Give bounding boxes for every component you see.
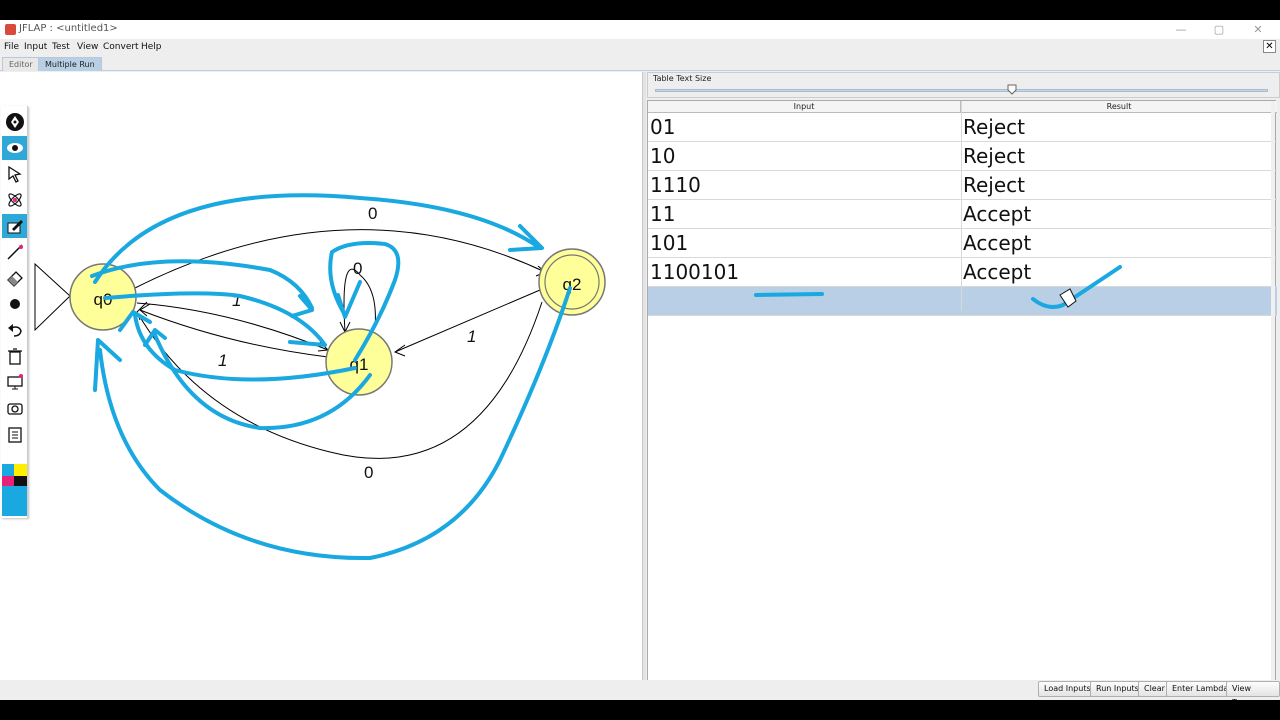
- dot-tool[interactable]: [2, 292, 27, 316]
- transition-label: 1: [218, 351, 227, 370]
- automaton-canvas[interactable]: q0 q1 q2 0 0 1 1 1 0: [0, 72, 642, 700]
- view-tool[interactable]: [2, 136, 27, 160]
- trash-icon: [7, 348, 22, 365]
- jflap-app-icon: [5, 24, 16, 35]
- undo-icon: [7, 324, 22, 337]
- pen-nib-icon: [5, 113, 24, 131]
- minimize-button[interactable]: —: [1162, 21, 1200, 38]
- view-trace-button[interactable]: View Trace: [1226, 681, 1280, 707]
- close-document-icon[interactable]: ✕: [1263, 40, 1276, 53]
- screen-tool[interactable]: [2, 370, 27, 394]
- title-bar: JFLAP : <untitled1> — ▢ ✕: [0, 20, 1280, 39]
- initial-state-arrow: [34, 262, 71, 332]
- eraser-icon: [6, 271, 23, 287]
- color-swatches[interactable]: [2, 464, 27, 516]
- automaton-diagram: q0 q1 q2 0 0 1 1 1 0: [34, 193, 606, 561]
- pen-nib-tool[interactable]: [2, 110, 27, 134]
- line-pen-icon: [6, 244, 23, 260]
- run-inputs-button[interactable]: Run Inputs: [1090, 681, 1145, 697]
- arrow-cursor-icon: [7, 165, 22, 183]
- color-palette-icon: [2, 464, 27, 516]
- split-pane-divider[interactable]: [642, 72, 646, 700]
- eraser-tool[interactable]: [2, 266, 27, 290]
- menu-convert[interactable]: Convert: [103, 42, 139, 52]
- transition-tool[interactable]: [2, 214, 27, 238]
- camera-tool[interactable]: [2, 396, 27, 420]
- edge-q1-self-loop: [343, 268, 376, 333]
- table-annotation-strokes: [754, 265, 1122, 309]
- edge-q1-q0: [139, 309, 329, 358]
- eye-icon: [6, 143, 23, 153]
- window-title: JFLAP : <untitled1>: [19, 23, 118, 34]
- menu-bar: File Input Test View Convert Help ✕: [0, 39, 1280, 56]
- select-tool[interactable]: [2, 162, 27, 186]
- state-q2-label: q2: [563, 275, 582, 294]
- text-size-slider-track[interactable]: [655, 89, 1268, 92]
- menu-file[interactable]: File: [4, 42, 19, 52]
- slider-thumb-icon[interactable]: [1007, 84, 1017, 95]
- close-window-button[interactable]: ✕: [1239, 21, 1277, 38]
- clipboard-icon: [7, 427, 22, 443]
- transition-label: 0: [368, 204, 377, 223]
- maximize-button[interactable]: ▢: [1200, 21, 1238, 38]
- atom-icon: [7, 193, 22, 207]
- tab-multiple-run[interactable]: Multiple Run: [38, 57, 102, 71]
- tab-bar: Editor Multiple Run: [0, 56, 1280, 71]
- edge-q0-q2: [134, 229, 546, 289]
- multiple-run-panel: Table Text Size Input Result 01 Reject 1…: [647, 72, 1280, 700]
- transition-label: 0: [364, 463, 373, 482]
- multiple-run-table[interactable]: Input Result 01 Reject 10 Reject 1110 Re…: [647, 100, 1277, 699]
- video-letterbox-top: [0, 0, 1280, 20]
- state-q1[interactable]: q1: [325, 328, 393, 396]
- menu-input[interactable]: Input: [24, 42, 47, 52]
- state-q1-label: q1: [350, 355, 369, 374]
- state-tool[interactable]: [2, 188, 27, 212]
- menu-help[interactable]: Help: [141, 42, 162, 52]
- line-tool[interactable]: [2, 240, 27, 264]
- dot-icon: [9, 299, 20, 309]
- menu-view[interactable]: View: [77, 42, 98, 52]
- transition-label: 0: [353, 259, 362, 278]
- run-buttons-bar: Load Inputs Run Inputs Clear Enter Lambd…: [0, 680, 1280, 707]
- undo-tool[interactable]: [2, 318, 27, 342]
- menu-test[interactable]: Test: [52, 42, 70, 52]
- load-inputs-button[interactable]: Load Inputs: [1038, 681, 1097, 697]
- screen-icon: [6, 374, 23, 390]
- state-q2[interactable]: q2: [538, 248, 606, 316]
- clipboard-tool[interactable]: [2, 422, 27, 446]
- table-text-size-group: Table Text Size: [647, 72, 1280, 98]
- enter-lambda-button[interactable]: Enter Lambda: [1166, 681, 1235, 697]
- tool-palette: [1, 106, 28, 518]
- jflap-window: JFLAP : <untitled1> — ▢ ✕ File Input Tes…: [0, 20, 1280, 707]
- video-letterbox-bottom: [0, 700, 1280, 720]
- transition-label: 1: [467, 327, 476, 346]
- tab-editor[interactable]: Editor: [2, 57, 40, 71]
- camera-icon: [6, 403, 23, 415]
- pencil-box-icon: [7, 220, 23, 234]
- table-text-size-label: Table Text Size: [653, 74, 712, 83]
- trash-tool[interactable]: [2, 344, 27, 368]
